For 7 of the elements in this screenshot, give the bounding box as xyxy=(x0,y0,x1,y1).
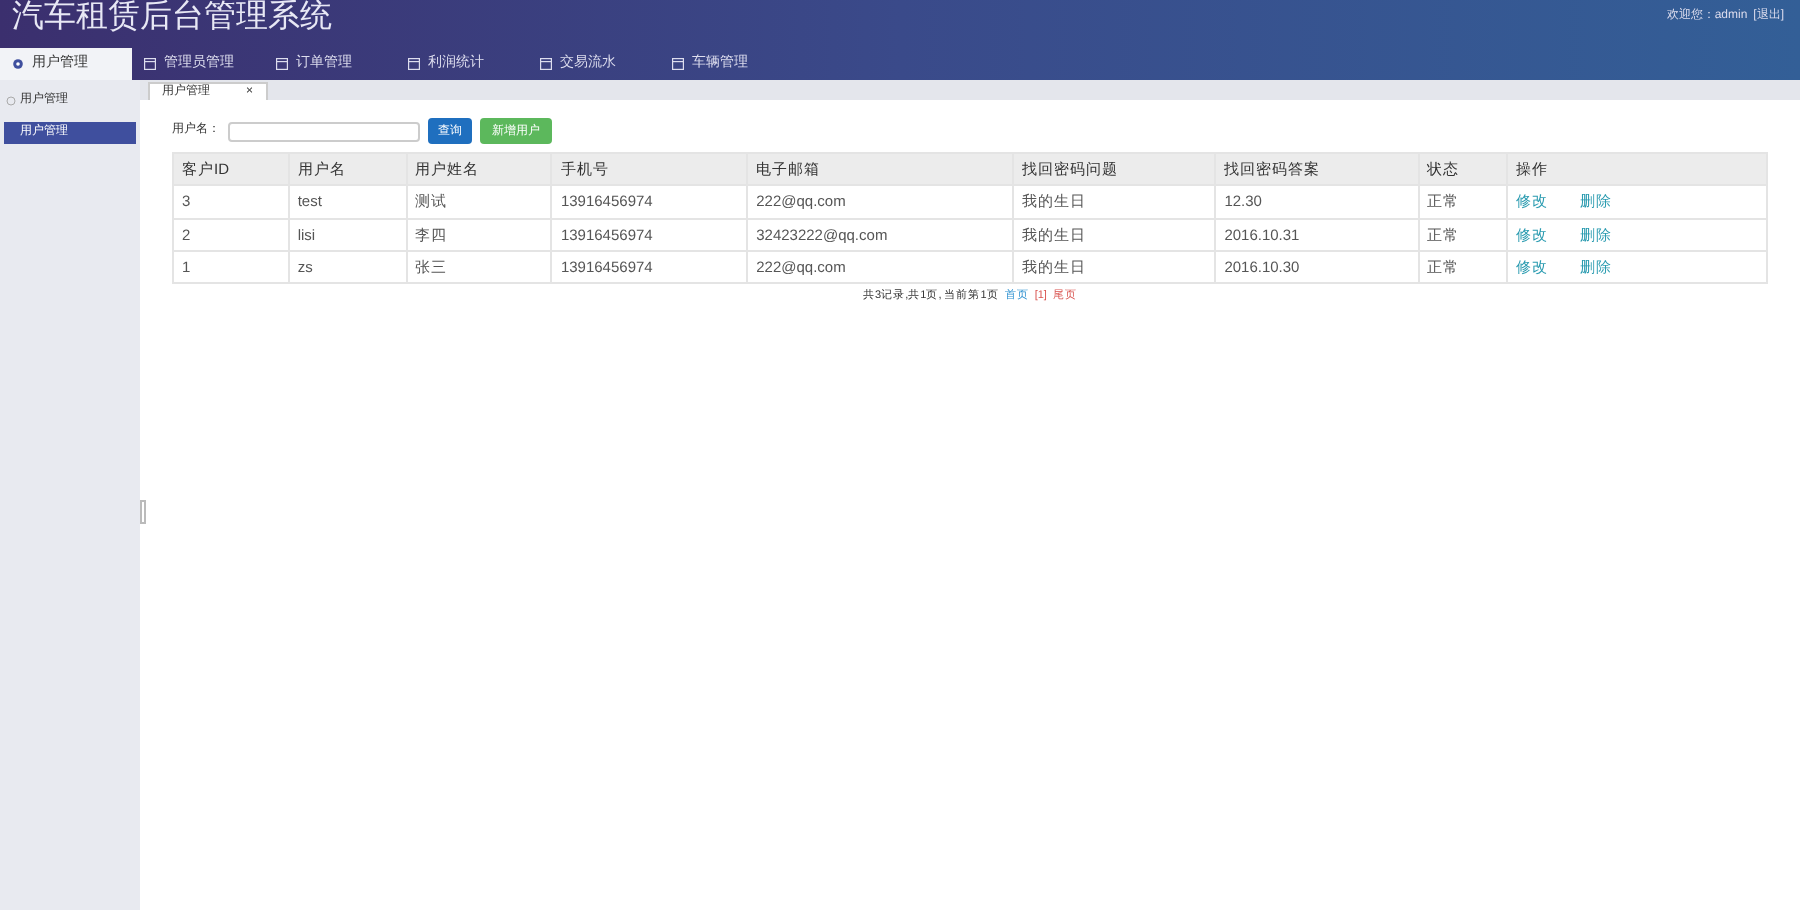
collapse-handle[interactable] xyxy=(140,500,146,524)
window-icon xyxy=(144,58,156,70)
window-icon xyxy=(408,58,420,70)
window-icon xyxy=(276,58,288,70)
window-icon xyxy=(672,58,684,70)
window-icon xyxy=(540,58,552,70)
username-field[interactable] xyxy=(228,121,420,141)
